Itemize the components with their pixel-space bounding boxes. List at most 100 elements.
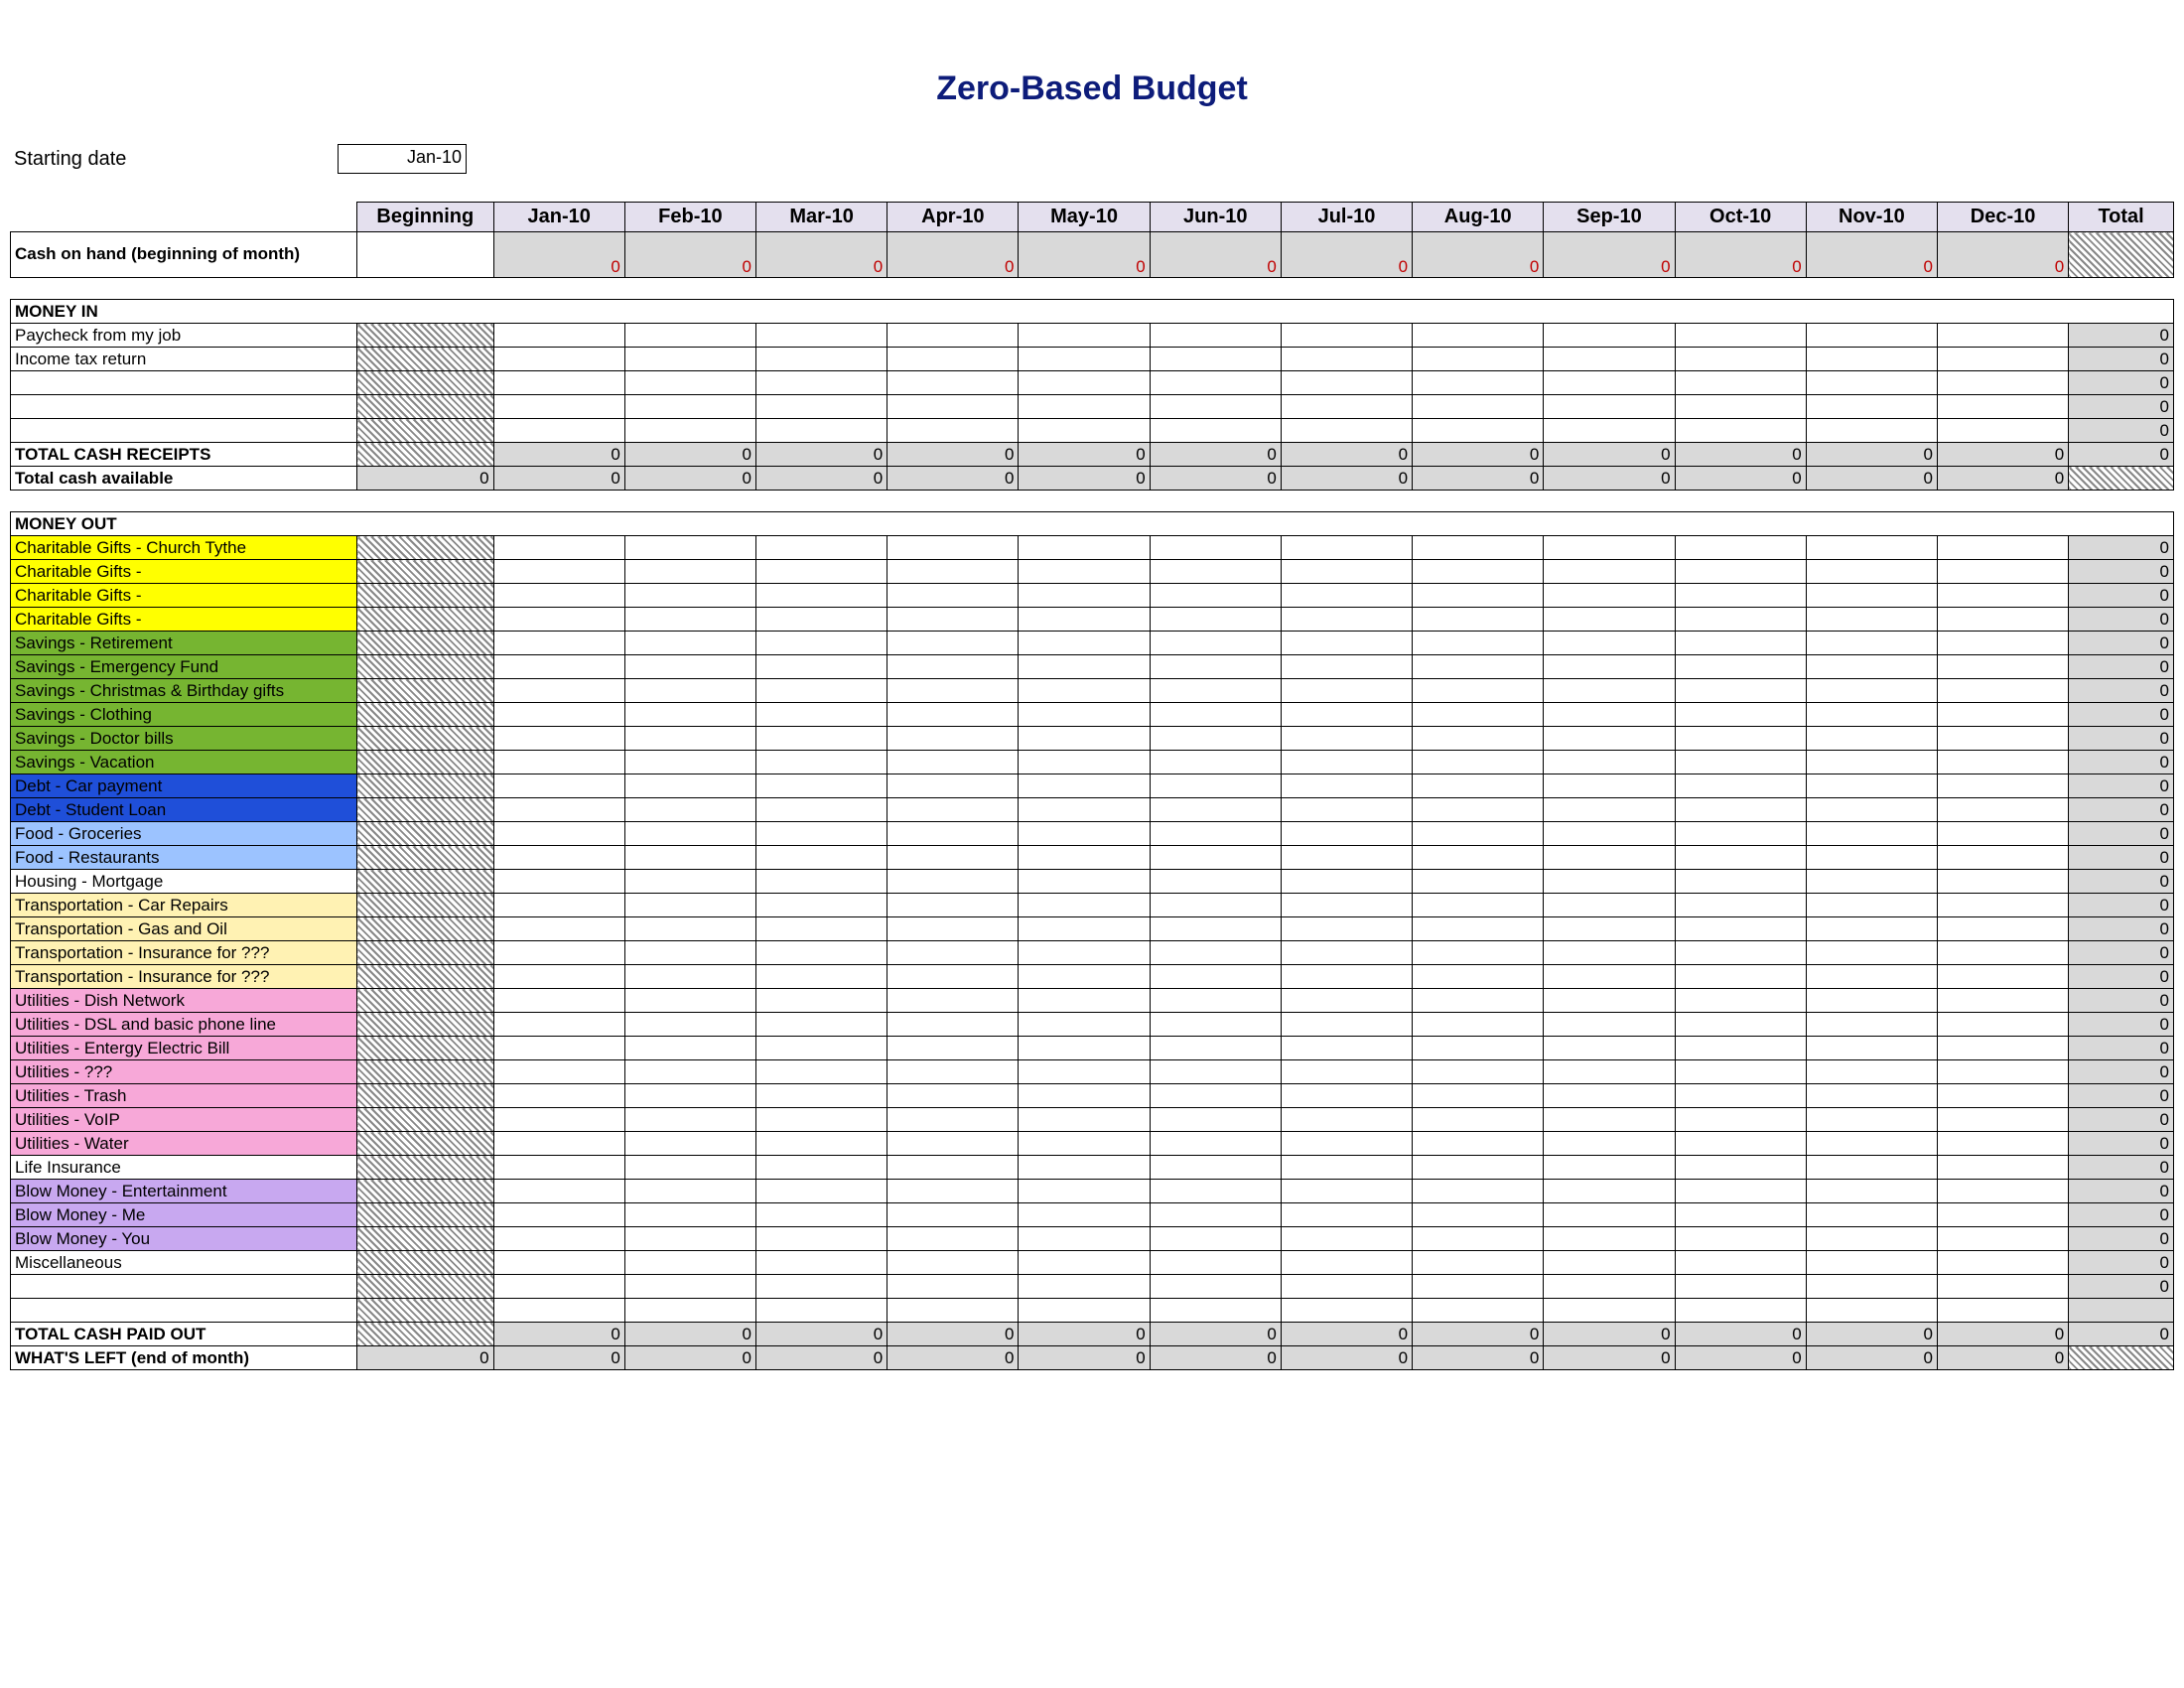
cell[interactable] xyxy=(1544,1251,1675,1275)
cell[interactable] xyxy=(887,371,1019,395)
cell[interactable] xyxy=(1019,395,1150,419)
cell[interactable] xyxy=(756,1037,887,1060)
cell[interactable] xyxy=(1281,679,1412,703)
cell[interactable] xyxy=(1675,1108,1806,1132)
cell[interactable] xyxy=(1019,727,1150,751)
cell[interactable] xyxy=(1806,348,1937,371)
cell[interactable] xyxy=(1937,870,2068,894)
cell[interactable] xyxy=(624,324,755,348)
cell[interactable] xyxy=(493,395,624,419)
cell[interactable] xyxy=(1544,1275,1675,1299)
cell[interactable] xyxy=(624,894,755,917)
cell[interactable] xyxy=(1150,324,1281,348)
cell[interactable] xyxy=(493,1275,624,1299)
cell[interactable] xyxy=(1281,1084,1412,1108)
cell[interactable] xyxy=(1019,894,1150,917)
cell[interactable] xyxy=(1937,727,2068,751)
cell[interactable] xyxy=(756,1108,887,1132)
cell[interactable]: 0 xyxy=(1281,232,1412,278)
row-label[interactable]: Miscellaneous xyxy=(11,1251,357,1275)
cell[interactable] xyxy=(493,1251,624,1275)
cell[interactable] xyxy=(1413,395,1544,419)
cell[interactable] xyxy=(1019,1227,1150,1251)
cell[interactable] xyxy=(1019,536,1150,560)
cell[interactable] xyxy=(887,348,1019,371)
cell[interactable] xyxy=(756,798,887,822)
cell[interactable] xyxy=(1544,1203,1675,1227)
cell[interactable] xyxy=(493,1013,624,1037)
cell[interactable]: 0 xyxy=(1806,232,1937,278)
cell[interactable] xyxy=(1937,1084,2068,1108)
cell[interactable] xyxy=(493,870,624,894)
cell[interactable] xyxy=(1675,560,1806,584)
cell[interactable] xyxy=(1806,894,1937,917)
cell[interactable] xyxy=(1544,846,1675,870)
cell[interactable] xyxy=(1937,1060,2068,1084)
cell[interactable] xyxy=(493,894,624,917)
cell[interactable]: 0 xyxy=(1675,232,1806,278)
cell[interactable] xyxy=(624,584,755,608)
cell[interactable] xyxy=(1544,419,1675,443)
cell[interactable] xyxy=(887,395,1019,419)
cell[interactable] xyxy=(756,870,887,894)
cell[interactable] xyxy=(756,1203,887,1227)
cell[interactable] xyxy=(1937,1251,2068,1275)
cell[interactable] xyxy=(1675,1227,1806,1251)
cell[interactable]: 0 xyxy=(1544,232,1675,278)
cell[interactable] xyxy=(1413,917,1544,941)
cell[interactable] xyxy=(1675,774,1806,798)
cell[interactable] xyxy=(1281,419,1412,443)
cell[interactable] xyxy=(1413,965,1544,989)
cell[interactable] xyxy=(1675,894,1806,917)
cell[interactable] xyxy=(756,1060,887,1084)
cell[interactable] xyxy=(756,894,887,917)
cell[interactable] xyxy=(624,632,755,655)
cell[interactable] xyxy=(1413,1180,1544,1203)
cell[interactable]: 0 xyxy=(493,232,624,278)
cell[interactable] xyxy=(1675,822,1806,846)
cell[interactable] xyxy=(1019,608,1150,632)
cell[interactable]: 0 xyxy=(887,232,1019,278)
cell[interactable] xyxy=(493,1108,624,1132)
cell[interactable] xyxy=(1150,1251,1281,1275)
cell[interactable] xyxy=(493,419,624,443)
cell[interactable] xyxy=(1019,1275,1150,1299)
cell[interactable] xyxy=(1544,941,1675,965)
cell[interactable] xyxy=(493,348,624,371)
cell[interactable] xyxy=(887,798,1019,822)
row-label[interactable]: Income tax return xyxy=(11,348,357,371)
cell[interactable] xyxy=(1937,965,2068,989)
cell[interactable] xyxy=(756,1132,887,1156)
cell[interactable] xyxy=(1413,989,1544,1013)
row-label[interactable]: Transportation - Insurance for ??? xyxy=(11,941,357,965)
cell[interactable] xyxy=(887,774,1019,798)
cell[interactable] xyxy=(1413,774,1544,798)
cell[interactable] xyxy=(887,560,1019,584)
cell[interactable] xyxy=(1544,965,1675,989)
row-label[interactable]: Savings - Doctor bills xyxy=(11,727,357,751)
cell[interactable] xyxy=(493,751,624,774)
row-label[interactable]: Charitable Gifts - xyxy=(11,608,357,632)
cell[interactable] xyxy=(1675,965,1806,989)
cell[interactable] xyxy=(1281,655,1412,679)
cell[interactable] xyxy=(1281,941,1412,965)
cell[interactable] xyxy=(624,965,755,989)
row-label[interactable]: Utilities - Water xyxy=(11,1132,357,1156)
cell[interactable] xyxy=(1019,348,1150,371)
cell[interactable] xyxy=(624,1156,755,1180)
cell[interactable] xyxy=(1150,774,1281,798)
cell[interactable]: 0 xyxy=(1150,232,1281,278)
cell[interactable] xyxy=(1937,894,2068,917)
cell[interactable] xyxy=(1806,632,1937,655)
row-label[interactable]: Savings - Vacation xyxy=(11,751,357,774)
cell[interactable] xyxy=(1675,1180,1806,1203)
cell[interactable] xyxy=(624,395,755,419)
cell[interactable] xyxy=(1150,536,1281,560)
cell[interactable] xyxy=(624,727,755,751)
cell[interactable] xyxy=(1937,941,2068,965)
cell[interactable] xyxy=(1281,1037,1412,1060)
cell[interactable] xyxy=(1675,419,1806,443)
cell[interactable] xyxy=(1806,1013,1937,1037)
cell[interactable] xyxy=(493,1037,624,1060)
cell[interactable] xyxy=(1281,1132,1412,1156)
